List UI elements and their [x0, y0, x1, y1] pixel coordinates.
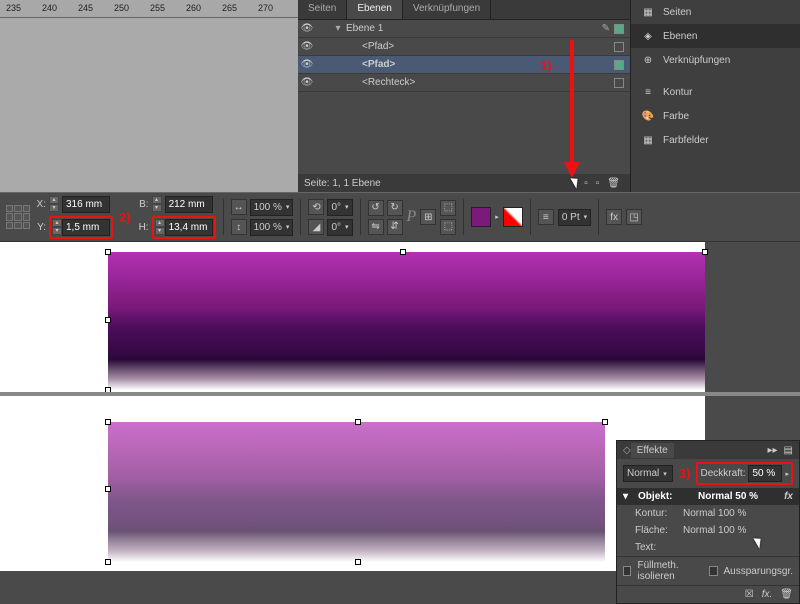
layer-row[interactable]: 👁 ▾ Ebene 1 ✎: [298, 20, 630, 38]
sidebar-item-kontur[interactable]: ≡Kontur: [631, 80, 800, 104]
effects-row[interactable]: Fläche:Normal 100 %: [617, 522, 799, 539]
arrow-head-icon: [564, 162, 580, 178]
fx-menu-icon[interactable]: fx.: [762, 589, 773, 600]
clear-effects-icon[interactable]: ☒: [745, 589, 754, 600]
sidebar-item-ebenen[interactable]: ◈Ebenen: [631, 24, 800, 48]
scale-y-field[interactable]: 100 %▾: [250, 219, 294, 236]
swatches-icon: ▦: [641, 133, 655, 147]
x-up[interactable]: ▴: [49, 196, 59, 204]
stroke-swatch[interactable]: [503, 207, 523, 227]
rotate-icon[interactable]: ⟲: [308, 199, 324, 215]
layers-icon: ◈: [641, 29, 655, 43]
w-field[interactable]: [165, 196, 213, 213]
effects-object-row[interactable]: ▾Objekt:Normal 50 %fx: [617, 488, 799, 505]
horizontal-ruler: 235 240 245 250 255 260 265 270: [0, 0, 298, 18]
stroke-icon: ≡: [641, 85, 655, 99]
annotation-1: 1): [540, 58, 552, 73]
scale-x-field[interactable]: 100 %▾: [250, 199, 294, 216]
layer-row-selected[interactable]: 👁 <Pfad>: [298, 56, 630, 74]
effects-row[interactable]: Kontur:Normal 100 %: [617, 505, 799, 522]
tool-icon[interactable]: ⬚: [440, 219, 456, 235]
y-up[interactable]: ▴: [52, 219, 62, 227]
sidebar-item-seiten[interactable]: ▦Seiten: [631, 0, 800, 24]
control-bar: X:▴▾ Y: ▴▾ 2) B:▴▾ H: ▴▾ ↔100 %▾ ↕100 %▾…: [0, 192, 800, 242]
shear-icon[interactable]: ◢: [308, 219, 324, 235]
select-container-icon[interactable]: ⊞: [420, 209, 436, 225]
annotation-3: 3): [679, 466, 691, 481]
fill-swatch[interactable]: [471, 207, 491, 227]
flip-h-icon[interactable]: ⇋: [368, 219, 384, 235]
effects-icon[interactable]: fx: [606, 209, 622, 225]
scale-x-icon[interactable]: ↔: [231, 199, 247, 215]
delete-effect-icon[interactable]: 🗑: [780, 589, 793, 600]
paragraph-style-icon[interactable]: P: [407, 208, 417, 226]
effects-row: Text:: [617, 539, 799, 556]
tab-ebenen[interactable]: Ebenen: [347, 0, 402, 19]
stroke-weight-icon: ≡: [538, 209, 554, 225]
new-layer-icon[interactable]: ▫: [596, 178, 600, 189]
visibility-icon[interactable]: 👁: [298, 23, 316, 34]
color-icon: 🎨: [641, 109, 655, 123]
h-field[interactable]: [165, 219, 213, 236]
scale-y-icon[interactable]: ↕: [231, 219, 247, 235]
tab-seiten[interactable]: Seiten: [298, 0, 347, 19]
panel-menu-icon[interactable]: ▤: [784, 445, 793, 456]
arrow-annotation: [570, 40, 574, 165]
annotation-2: 2): [119, 210, 131, 225]
tab-verknuepfungen[interactable]: Verknüpfungen: [403, 0, 491, 19]
selected-shape[interactable]: [108, 252, 705, 390]
pages-icon: ▦: [641, 5, 655, 19]
sidebar-item-farbe[interactable]: 🎨Farbe: [631, 104, 800, 128]
canvas-pasteboard: [0, 18, 298, 192]
effects-tab[interactable]: Effekte: [631, 443, 674, 458]
stroke-weight-field[interactable]: 0 Pt▾: [558, 209, 591, 226]
rotate-cw-icon[interactable]: ↻: [387, 200, 403, 216]
visibility-icon[interactable]: 👁: [298, 59, 316, 70]
blend-mode-dropdown[interactable]: Normal▾: [623, 465, 673, 482]
y-down[interactable]: ▾: [52, 227, 62, 235]
effects-panel: ◇ Effekte ▸▸ ▤ Normal▾ 3) Deckkraft: ▸ ▾…: [616, 440, 800, 604]
opacity-field[interactable]: [748, 465, 782, 482]
y-field[interactable]: [62, 219, 110, 236]
layer-row[interactable]: 👁 <Pfad>: [298, 38, 630, 56]
layer-status: Seite: 1, 1 Ebene: [304, 178, 381, 189]
panel-collapse-icon[interactable]: ▸▸: [768, 445, 778, 456]
visibility-icon[interactable]: 👁: [298, 77, 316, 88]
visibility-icon[interactable]: 👁: [298, 41, 316, 52]
right-sidebar: ▦Seiten ◈Ebenen ⊕Verknüpfungen ≡Kontur 🎨…: [630, 0, 800, 192]
layer-name: Ebene 1: [344, 23, 602, 34]
sidebar-item-verknuepfungen[interactable]: ⊕Verknüpfungen: [631, 48, 800, 72]
opacity-label: Deckkraft:: [700, 468, 745, 479]
rotate-field[interactable]: 0°▾: [327, 199, 352, 216]
delete-layer-icon[interactable]: 🗑: [607, 178, 620, 189]
knockout-group-checkbox[interactable]: [709, 566, 717, 576]
shear-field[interactable]: 0°▾: [327, 219, 352, 236]
x-field[interactable]: [62, 196, 110, 213]
isolate-blending-checkbox[interactable]: [623, 566, 631, 576]
tool-icon[interactable]: ⬚: [440, 200, 456, 216]
document-view-1[interactable]: [0, 242, 705, 392]
links-icon: ⊕: [641, 53, 655, 67]
new-sublayer-icon[interactable]: ▫: [584, 178, 588, 189]
layer-row[interactable]: 👁 <Rechteck>: [298, 74, 630, 92]
x-down[interactable]: ▾: [49, 204, 59, 212]
flip-v-icon[interactable]: ⇵: [387, 219, 403, 235]
document-view-2[interactable]: [0, 396, 705, 571]
corner-icon[interactable]: ◳: [626, 209, 642, 225]
disclosure-icon[interactable]: ▾: [332, 23, 344, 34]
reference-point-grid[interactable]: [6, 205, 30, 229]
sidebar-item-farbfelder[interactable]: ▦Farbfelder: [631, 128, 800, 152]
selected-shape[interactable]: [108, 422, 605, 562]
rotate-ccw-icon[interactable]: ↺: [368, 200, 384, 216]
